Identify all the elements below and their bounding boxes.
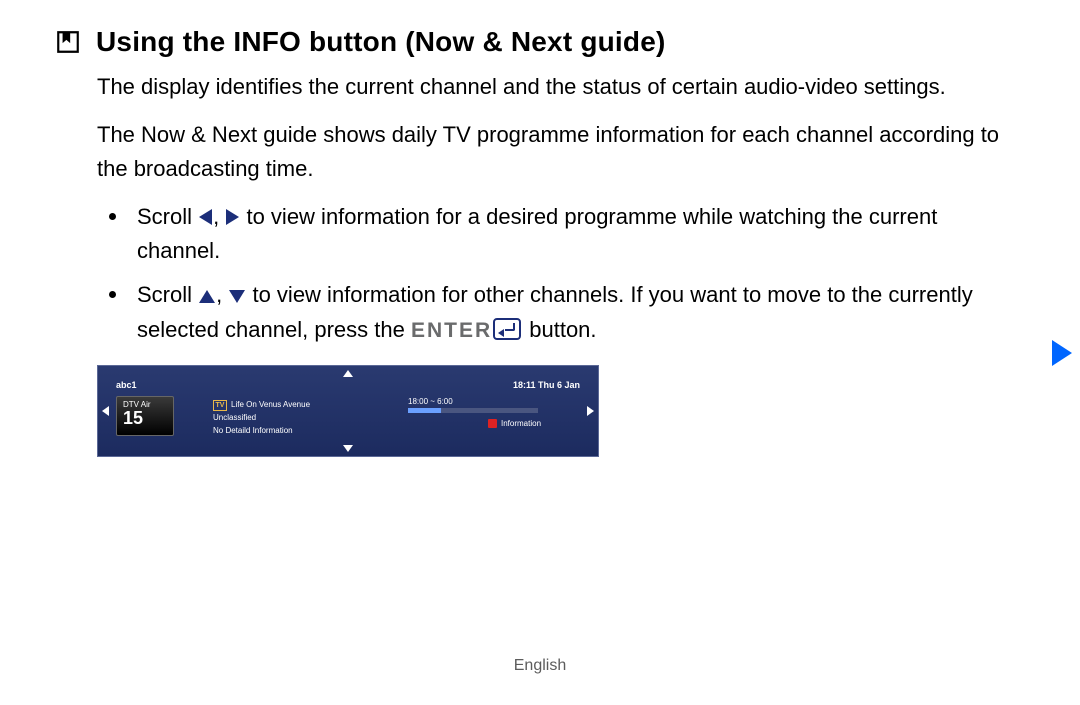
enter-icon: [493, 318, 521, 340]
osd-arrow-left-icon: [102, 406, 109, 416]
heading-row: Using the INFO button (Now & Next guide): [55, 26, 1020, 58]
osd-channel-number: 15: [123, 409, 167, 429]
bullet-2: Scroll , to view information for other c…: [97, 278, 1020, 347]
osd-programme-title-row: TV Life On Venus Avenue: [213, 399, 310, 412]
osd-arrow-down-icon: [343, 445, 353, 452]
osd-info-hint: Information: [488, 419, 541, 428]
red-button-icon: [488, 419, 497, 428]
text-fragment: Scroll: [137, 282, 198, 307]
next-page-button[interactable]: [1052, 340, 1072, 366]
osd-time-range: 18:00 ~ 6:00: [408, 397, 538, 406]
arrow-up-icon: [199, 290, 215, 303]
osd-channel-box: DTV Air 15: [116, 396, 174, 436]
osd-programme-title: Life On Venus Avenue: [231, 399, 310, 412]
arrow-right-icon: [226, 209, 239, 225]
osd-detail: No Detaild Information: [213, 425, 310, 438]
bookmark-icon: [55, 29, 81, 55]
osd-time-block: 18:00 ~ 6:00: [408, 397, 538, 413]
osd-arrow-up-icon: [343, 370, 353, 377]
osd-rating: Unclassified: [213, 412, 310, 425]
text-fragment: ,: [216, 282, 228, 307]
arrow-down-icon: [229, 290, 245, 303]
osd-arrow-right-icon: [587, 406, 594, 416]
bullet-1: Scroll , to view information for a desir…: [97, 200, 1020, 268]
osd-panel: abc1 18:11 Thu 6 Jan DTV Air 15 TV Life …: [97, 365, 599, 457]
body-text: The display identifies the current chann…: [97, 70, 1020, 347]
arrow-left-icon: [199, 209, 212, 225]
text-fragment: ,: [213, 204, 225, 229]
text-fragment: to view information for a desired progra…: [137, 204, 937, 263]
page-title: Using the INFO button (Now & Next guide): [96, 26, 666, 58]
bullet-list: Scroll , to view information for a desir…: [97, 200, 1020, 347]
tv-badge-icon: TV: [213, 400, 227, 411]
paragraph-1: The display identifies the current chann…: [97, 70, 1020, 104]
osd-top-row: abc1 18:11 Thu 6 Jan: [116, 380, 580, 390]
manual-page: Using the INFO button (Now & Next guide)…: [0, 0, 1080, 705]
text-fragment: Scroll: [137, 204, 198, 229]
text-fragment: button.: [523, 317, 596, 342]
footer-language: English: [0, 657, 1080, 675]
paragraph-2: The Now & Next guide shows daily TV prog…: [97, 118, 1020, 186]
osd-progress-fill: [408, 408, 441, 413]
osd-progress-bar: [408, 408, 538, 413]
osd-programme-info: TV Life On Venus Avenue Unclassified No …: [213, 399, 310, 437]
osd-datetime: 18:11 Thu 6 Jan: [513, 380, 580, 390]
enter-label: ENTER: [411, 319, 492, 342]
osd-channel-name: abc1: [116, 380, 137, 390]
osd-info-label: Information: [501, 419, 541, 428]
